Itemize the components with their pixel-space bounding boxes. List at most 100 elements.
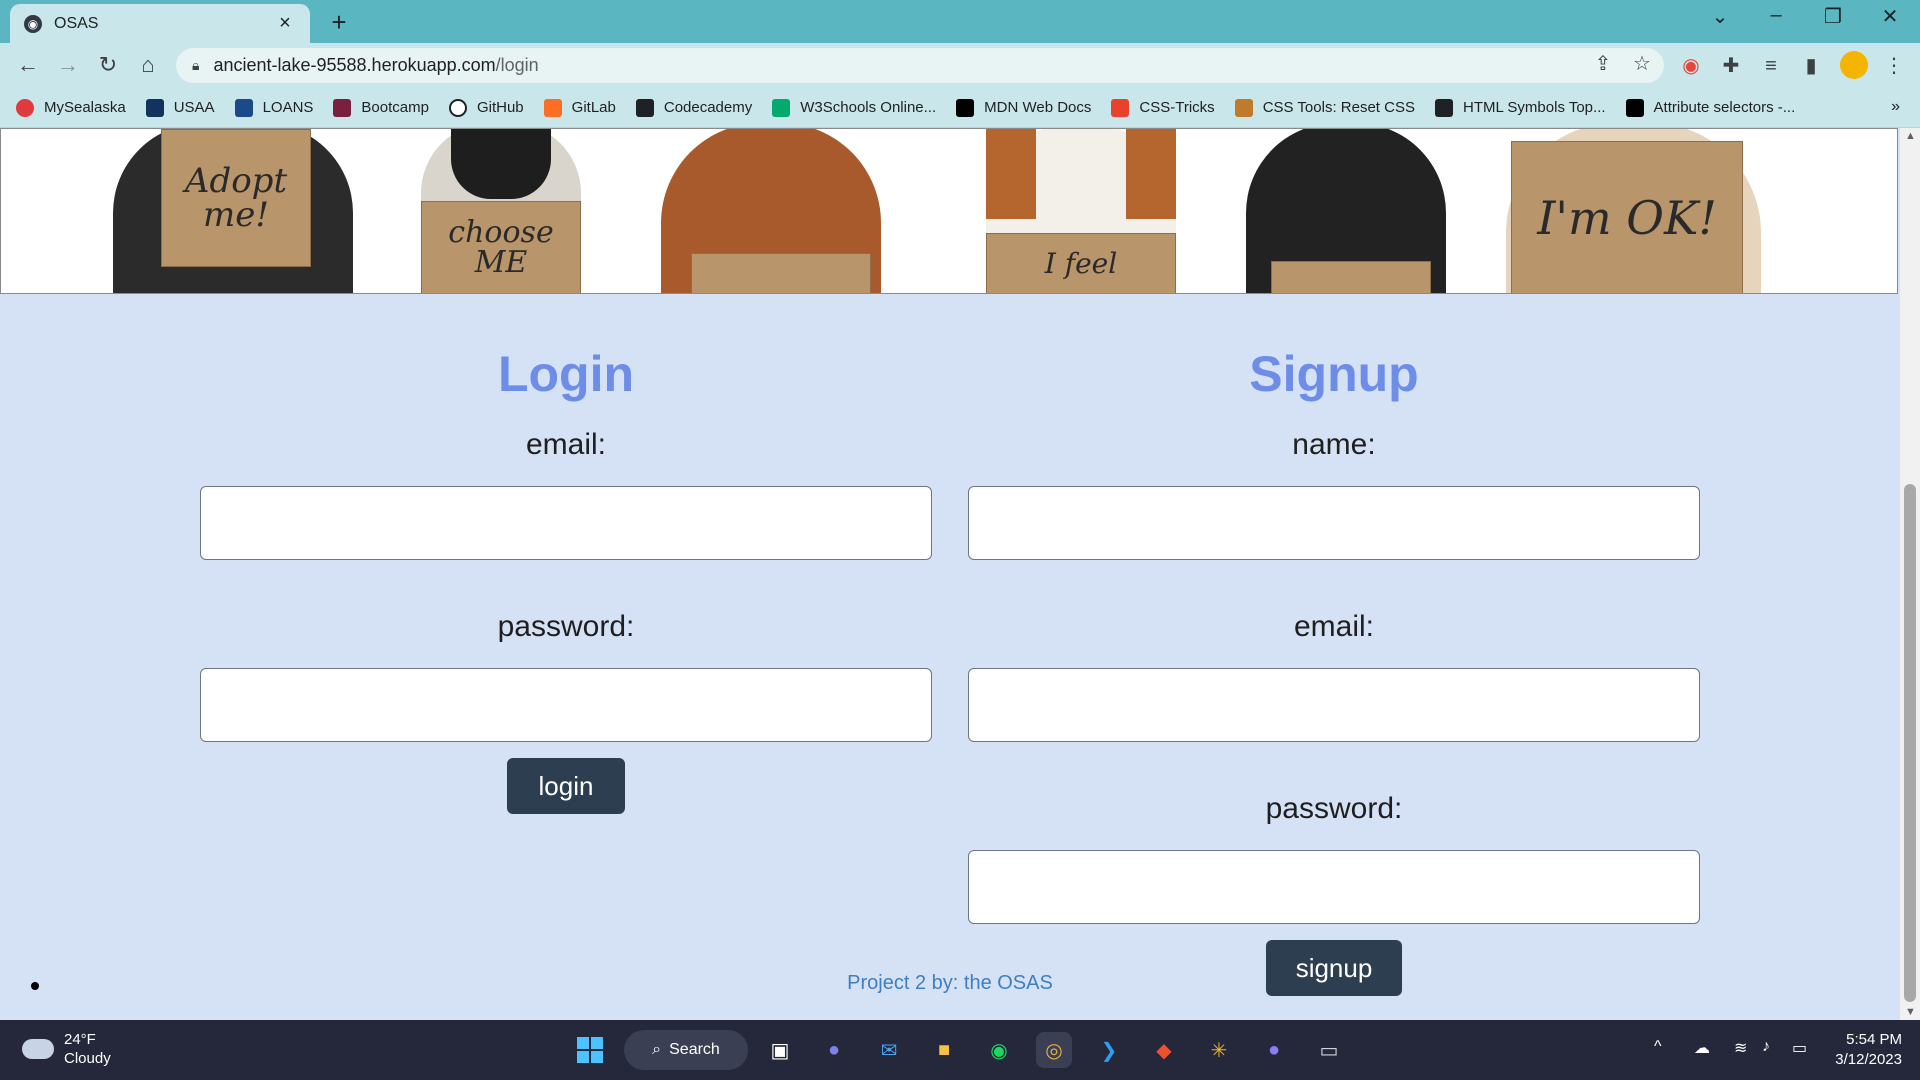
bootcamp-icon — [333, 98, 352, 117]
battery-icon[interactable]: ▭ — [1792, 1038, 1807, 1058]
tab-osas[interactable]: ◉ OSAS × — [10, 4, 310, 43]
mail-icon[interactable]: ✉ — [871, 1032, 907, 1068]
tab-search-icon[interactable]: ⌄ — [1700, 4, 1740, 29]
dog-4-ear-right — [1126, 129, 1176, 219]
bookmarks-overflow-icon[interactable]: » — [1891, 98, 1900, 116]
bookmark-item[interactable]: CSS Tools: Reset CSS — [1234, 98, 1415, 117]
bookmark-label: LOANS — [262, 99, 314, 116]
window-close-icon[interactable]: ✕ — [1870, 4, 1910, 29]
restore-icon[interactable]: ❐ — [1813, 4, 1853, 29]
search-icon: ⌕ — [652, 1041, 662, 1058]
reload-icon[interactable]: ↻ — [94, 51, 122, 79]
globe-icon: ◉ — [24, 14, 42, 33]
usaa-icon — [145, 98, 164, 117]
bookmark-item[interactable]: Bootcamp — [333, 98, 429, 117]
bookmark-item[interactable]: USAA — [145, 98, 215, 117]
bookmark-item[interactable]: GitLab — [543, 98, 616, 117]
signup-name-input[interactable] — [968, 486, 1700, 560]
onedrive-icon[interactable]: ☁ — [1694, 1038, 1710, 1058]
login-email-label: email: — [525, 428, 607, 461]
page-scrollbar[interactable]: ▲ ▼ — [1900, 128, 1920, 1020]
css-tricks-icon — [1111, 98, 1130, 117]
signup-password-input[interactable] — [968, 850, 1700, 924]
chrome-icon[interactable]: ◎ — [1036, 1032, 1072, 1068]
spotify-icon[interactable]: ◉ — [981, 1032, 1017, 1068]
bookmark-label: USAA — [173, 99, 215, 116]
bookmark-item[interactable]: Attribute selectors -... — [1625, 98, 1796, 117]
file-explorer-icon[interactable]: ■ — [926, 1032, 962, 1068]
volume-icon[interactable]: ♪ — [1762, 1038, 1770, 1056]
reset-css-icon — [1234, 98, 1253, 117]
bookmark-label: W3Schools Online... — [800, 99, 937, 116]
dog-6-sign: I'm OK! — [1511, 141, 1743, 293]
wifi-icon[interactable]: ≋ — [1734, 1038, 1747, 1058]
bookmark-item[interactable]: HTML Symbols Top... — [1434, 98, 1606, 117]
adopt-dogs-banner-image: Adopt me! choose ME I feel I'm OK! — [0, 128, 1898, 294]
page-viewport: Adopt me! choose ME I feel I'm OK! Login… — [0, 128, 1900, 1020]
side-panel-icon[interactable]: ▮ — [1797, 52, 1825, 80]
login-button[interactable]: login — [507, 758, 625, 814]
taskbar-search-label: Search — [669, 1041, 720, 1058]
new-tab-button[interactable]: + — [324, 7, 354, 38]
footer-credit[interactable]: Project 2 by: the OSAS — [0, 972, 1900, 995]
signup-password-label: password: — [1265, 792, 1403, 825]
home-icon[interactable]: ⌂ — [134, 51, 162, 79]
scroll-thumb[interactable] — [1904, 484, 1916, 1002]
scroll-up-arrow-icon[interactable]: ▲ — [1905, 130, 1916, 142]
bookmark-item[interactable]: LOANS — [234, 98, 314, 117]
back-icon[interactable]: ← — [14, 51, 42, 79]
lock-icon: 🔒︎ — [192, 57, 200, 73]
github-icon — [448, 98, 467, 117]
bookmark-item[interactable]: GitHub — [448, 98, 524, 117]
url-path: /login — [495, 55, 539, 75]
slack-icon[interactable]: ✳ — [1201, 1032, 1237, 1068]
clock-time: 5:54 PM — [1846, 1031, 1902, 1048]
bookmark-item[interactable]: CSS-Tricks — [1111, 98, 1215, 117]
scroll-down-arrow-icon[interactable]: ▼ — [1905, 1006, 1916, 1018]
bookmark-label: Attribute selectors -... — [1653, 99, 1796, 116]
tab-close-icon[interactable]: × — [274, 12, 296, 35]
taskbar-search[interactable]: ⌕ Search — [624, 1030, 748, 1070]
bookmark-item[interactable]: MySealaska — [16, 98, 126, 117]
bookmark-item[interactable]: Codecademy — [635, 98, 752, 117]
bookmark-label: HTML Symbols Top... — [1462, 99, 1606, 116]
extension-record-icon[interactable]: ◉ — [1677, 52, 1705, 80]
task-view-icon[interactable]: ▣ — [762, 1032, 798, 1068]
app-orb-icon[interactable]: ● — [1256, 1032, 1292, 1068]
teams-chat-icon[interactable]: ● — [816, 1032, 852, 1068]
share-icon[interactable]: ⇪ — [1588, 51, 1618, 76]
extensions-puzzle-icon[interactable]: ✚ — [1717, 52, 1745, 80]
login-password-input[interactable] — [200, 668, 932, 742]
login-heading: Login — [497, 346, 635, 402]
bookmark-item[interactable]: MDN Web Docs — [956, 98, 1092, 117]
bookmark-label: GitHub — [476, 99, 524, 116]
minimize-icon[interactable]: – — [1756, 4, 1796, 27]
login-form: Login email: password: login — [200, 294, 932, 814]
windows-start-icon[interactable] — [572, 1032, 608, 1068]
html-symbols-icon — [1434, 98, 1453, 117]
bookmark-label: MySealaska — [44, 99, 126, 116]
media-queue-icon[interactable]: ≡ — [1757, 52, 1785, 80]
menu-kebab-icon[interactable]: ⋮ — [1880, 52, 1908, 80]
signup-email-label: email: — [1293, 610, 1375, 643]
bookmark-item[interactable]: W3Schools Online... — [772, 98, 937, 117]
weather-temperature: 24°F — [64, 1031, 96, 1048]
terminal-icon[interactable]: ▭ — [1311, 1032, 1347, 1068]
mysealaska-icon — [16, 98, 34, 117]
dog-2-sign: choose ME — [421, 201, 581, 293]
tray-overflow-icon[interactable]: ^ — [1654, 1038, 1662, 1056]
vscode-icon[interactable]: ❯ — [1091, 1032, 1127, 1068]
address-bar[interactable]: 🔒︎ ancient-lake-95588.herokuapp.com/logi… — [176, 48, 1664, 83]
bookmark-label: MDN Web Docs — [984, 99, 1092, 116]
weather-widget[interactable]: 24°F Cloudy — [22, 1030, 111, 1068]
login-email-input[interactable] — [200, 486, 932, 560]
forward-icon[interactable]: → — [54, 51, 82, 79]
clock-date: 3/12/2023 — [1835, 1051, 1902, 1068]
codecademy-icon — [635, 98, 654, 117]
git-icon[interactable]: ◆ — [1146, 1032, 1182, 1068]
dog-3-sign — [691, 253, 871, 293]
signup-email-input[interactable] — [968, 668, 1700, 742]
system-clock[interactable]: 5:54 PM 3/12/2023 — [1835, 1030, 1902, 1070]
bookmark-star-icon[interactable]: ☆ — [1627, 51, 1657, 76]
profile-avatar[interactable] — [1840, 51, 1868, 79]
